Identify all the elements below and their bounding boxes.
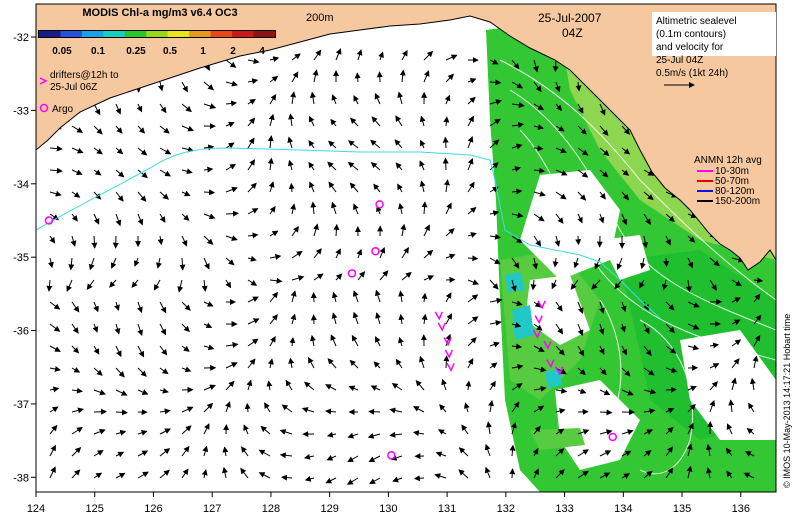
x-tick-label: 136 <box>732 503 750 515</box>
sealevel-line-3: and velocity for <box>656 42 724 53</box>
velocity-arrow <box>204 192 214 193</box>
x-tick-label: 130 <box>379 503 397 515</box>
colorbar-segment <box>232 31 254 37</box>
colorbar-segment <box>146 31 168 37</box>
colorbar-segment <box>82 31 104 37</box>
sealevel-line-1: Altimetric sealevel <box>656 16 737 27</box>
x-tick-label: 132 <box>497 503 515 515</box>
velocity-arrow <box>555 60 556 71</box>
x-tick-label: 127 <box>203 503 221 515</box>
colorbar-tick-label: 0.05 <box>52 46 72 57</box>
drifters-label-line2: 25-Jul 06Z <box>50 82 97 93</box>
drifters-label-line1: drifters@12h to <box>50 70 119 81</box>
colorbar-segment <box>103 31 125 37</box>
colorbar-segment <box>60 31 82 37</box>
colorbar-tick-label: 0.1 <box>91 46 105 57</box>
ocean-map: MODIS Chl-a mg/m3 v6.4 OC3 0.05 0.1 0.25 0.… <box>0 0 800 520</box>
map-canvas: MODIS Chl-a mg/m3 v6.4 OC3 0.05 0.1 0.25 0.… <box>0 0 800 520</box>
x-tick-label: 129 <box>320 503 338 515</box>
colorbar-segment <box>168 31 190 37</box>
anmn-title: ANMN 12h avg <box>694 155 762 166</box>
velocity-arrow <box>446 356 447 368</box>
y-tick-label: -35 <box>13 252 29 264</box>
colorbar-segment <box>125 31 147 37</box>
y-tick-label: -37 <box>13 399 29 411</box>
colorbar-tick-label: 0.25 <box>126 46 146 57</box>
y-tick-label: -36 <box>13 326 29 338</box>
colorbar-segment <box>254 31 276 37</box>
x-axis: 124 125 126 127 128 129 130 131 132 133 134 135 136 <box>27 492 750 515</box>
x-tick-label: 128 <box>262 503 280 515</box>
x-tick-label: 134 <box>614 503 632 515</box>
credit-text: © IMOS 10-May-2013 14:17:21 Hobart time <box>782 314 792 488</box>
hour-label: 04Z <box>562 26 583 40</box>
colorbar-tick-label: 0.5 <box>163 46 177 57</box>
y-tick-label: -34 <box>13 179 29 191</box>
y-tick-label: -33 <box>13 105 29 117</box>
sealevel-line-4: 25-Jul 04Z <box>656 55 703 66</box>
y-axis: -32 -33 -34 -35 -36 -37 -38 <box>13 32 36 484</box>
colorbar-tick-label: 4 <box>259 46 265 57</box>
colorbar-segment <box>211 31 233 37</box>
velocity-arrow <box>94 236 95 248</box>
colorbar-title: MODIS Chl-a mg/m3 v6.4 OC3 <box>82 7 237 19</box>
velocity-arrow <box>182 258 183 270</box>
date-label: 25-Jul-2007 <box>538 11 602 25</box>
x-tick-label: 124 <box>27 503 45 515</box>
x-tick-label: 135 <box>673 503 691 515</box>
isobath-label: 200m <box>306 12 334 24</box>
velocity-arrow <box>666 258 667 266</box>
x-tick-label: 131 <box>438 503 456 515</box>
colorbar-segment <box>189 31 211 37</box>
argo-label: Argo <box>52 104 74 115</box>
colorbar-segment <box>39 31 61 37</box>
velocity-arrow <box>116 412 127 413</box>
sealevel-line-2: (0.1m contours) <box>656 29 726 40</box>
velocity-arrow <box>415 478 424 479</box>
colorbar-tick-label: 1 <box>200 46 206 57</box>
velocity-arrow <box>512 469 513 478</box>
velocity-arrow <box>445 138 446 148</box>
x-tick-label: 126 <box>144 503 162 515</box>
colorbar-tick-label: 2 <box>230 46 236 57</box>
velocity-arrow <box>468 258 477 259</box>
y-tick-label: -38 <box>13 472 29 484</box>
velocity-arrow <box>600 412 612 413</box>
velocity-arrow <box>226 213 238 214</box>
y-tick-label: -32 <box>13 32 29 44</box>
x-tick-label: 133 <box>555 503 573 515</box>
velocity-arrow <box>445 158 446 170</box>
anmn-item-label: 150-200m <box>715 196 760 207</box>
sealevel-line-5: 0.5m/s (1kt 24h) <box>656 68 728 79</box>
x-tick-label: 125 <box>86 503 104 515</box>
